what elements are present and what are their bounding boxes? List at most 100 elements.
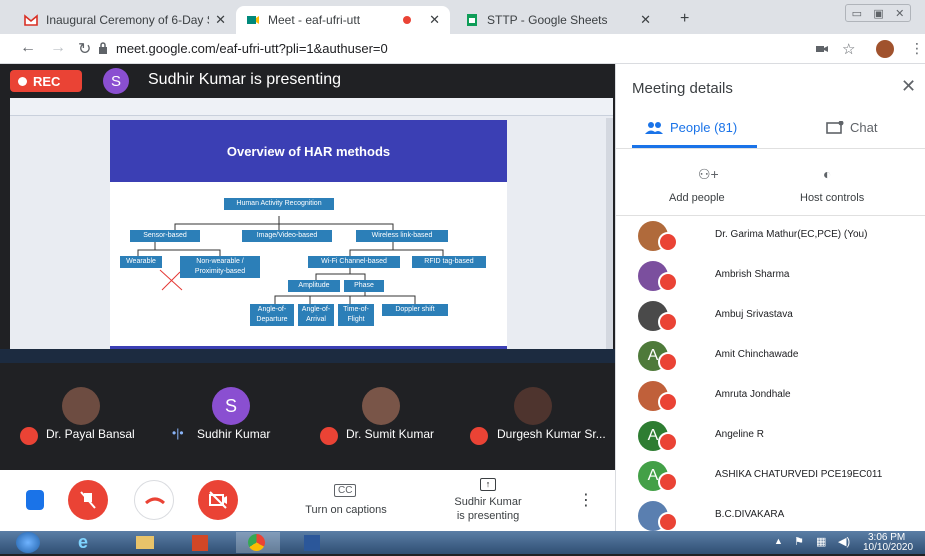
list-item[interactable]: Dr. Garima Mathur(EC,PCE) (You) bbox=[616, 216, 925, 256]
record-dot-icon bbox=[18, 76, 27, 86]
list-item[interactable]: Ambrish Sharma bbox=[616, 256, 925, 296]
host-controls-button[interactable]: Host controls bbox=[800, 192, 864, 204]
windows-taskbar: e ▲ ⚑ ▦ ◀) 3:06 PM 10/10/2020 bbox=[0, 531, 925, 554]
presenting-text: Sudhir Kumar is presenting bbox=[148, 71, 341, 88]
participant-avatar bbox=[362, 387, 400, 425]
close-panel-icon[interactable]: ✕ bbox=[901, 76, 916, 97]
box-aoa: Angle-of-Arrival bbox=[298, 304, 334, 326]
person-name: ASHIKA CHATURVEDI PCE19EC011 bbox=[715, 469, 883, 480]
mic-off-icon bbox=[20, 427, 38, 445]
tab-chat[interactable]: Chat bbox=[826, 120, 877, 135]
file-explorer-icon[interactable] bbox=[124, 532, 168, 553]
word-icon[interactable] bbox=[292, 532, 336, 553]
tab-title: Inaugural Ceremony of 6-Day ST bbox=[46, 13, 210, 27]
close-icon[interactable]: ✕ bbox=[429, 12, 440, 28]
box-rfid: RFID tag-based bbox=[412, 256, 486, 268]
tab-sheets[interactable]: STTP - Google Sheets ✕ bbox=[455, 6, 661, 34]
scrollbar[interactable] bbox=[606, 118, 613, 363]
address-bar: ← → ↻ meet.google.com/eaf-ufri-utt?pli=1… bbox=[0, 34, 925, 64]
mic-toggle-button[interactable] bbox=[68, 480, 108, 520]
present-screen-icon[interactable]: ↑ bbox=[480, 478, 496, 491]
hang-up-icon bbox=[145, 497, 165, 505]
person-name: Dr. Garima Mathur(EC,PCE) (You) bbox=[715, 229, 868, 240]
person-name: Amruta Jondhale bbox=[715, 389, 791, 400]
participant-avatar: S bbox=[212, 387, 250, 425]
participant-avatar bbox=[62, 387, 100, 425]
forward-icon[interactable]: → bbox=[50, 39, 66, 57]
camera-toggle-button[interactable] bbox=[198, 480, 238, 520]
list-item[interactable]: A ASHIKA CHATURVEDI PCE19EC011 bbox=[616, 456, 925, 496]
list-item[interactable]: Amruta Jondhale bbox=[616, 376, 925, 416]
menu-icon[interactable]: ⋮ bbox=[910, 40, 924, 57]
add-person-icon[interactable]: ⚇+ bbox=[698, 166, 719, 183]
cross-mark bbox=[159, 269, 183, 291]
tile-name: Dr. Payal Bansal bbox=[46, 427, 135, 441]
meet-stage: REC S Sudhir Kumar is presenting Overvie… bbox=[0, 64, 615, 470]
close-window-icon[interactable]: ✕ bbox=[895, 7, 904, 20]
back-icon[interactable]: ← bbox=[20, 39, 36, 57]
captions-label[interactable]: Turn on captions bbox=[296, 504, 396, 516]
leave-call-button[interactable] bbox=[134, 480, 174, 520]
new-tab-button[interactable]: + bbox=[680, 10, 689, 28]
list-item[interactable]: A Angeline R bbox=[616, 416, 925, 456]
profile-avatar[interactable] bbox=[876, 40, 894, 58]
mic-off-icon bbox=[658, 392, 678, 412]
person-name: Ambrish Sharma bbox=[715, 269, 790, 280]
tray-flag-icon[interactable]: ⚑ bbox=[794, 535, 804, 548]
chat-tab-label: Chat bbox=[850, 120, 878, 135]
presenting-label-line1[interactable]: Sudhir Kumar bbox=[440, 496, 536, 508]
volume-icon[interactable]: ◀) bbox=[838, 535, 850, 548]
person-name: B.C.DIVAKARA bbox=[715, 509, 785, 520]
minimize-icon[interactable]: ▭ bbox=[852, 7, 862, 20]
list-item[interactable]: Ambuj Srivastava bbox=[616, 296, 925, 336]
box-doppler: Doppler shift bbox=[382, 304, 448, 316]
start-button-icon[interactable] bbox=[16, 532, 40, 553]
presenter-avatar: S bbox=[103, 68, 129, 94]
powerpoint-icon[interactable] bbox=[180, 532, 224, 553]
tab-title: STTP - Google Sheets bbox=[487, 13, 608, 27]
clock-date[interactable]: 10/10/2020 bbox=[863, 542, 913, 553]
box-amplitude: Amplitude bbox=[288, 280, 340, 292]
url-text[interactable]: meet.google.com/eaf-ufri-utt?pli=1&authu… bbox=[116, 41, 388, 56]
network-icon[interactable]: ▦ bbox=[816, 535, 826, 548]
list-item[interactable]: A Amit Chinchawade bbox=[616, 336, 925, 376]
meet-controls: CC Turn on captions ↑ Sudhir Kumar is pr… bbox=[0, 470, 615, 531]
reload-icon[interactable]: ↻ bbox=[78, 39, 91, 59]
mic-off-icon bbox=[658, 472, 678, 492]
internet-explorer-icon[interactable]: e bbox=[66, 532, 110, 553]
tab-title: Meet - eaf-ufri-utt bbox=[268, 13, 361, 27]
security-shield-icon[interactable] bbox=[26, 490, 44, 510]
lock-icon bbox=[99, 42, 107, 54]
divider bbox=[616, 148, 925, 149]
shared-screen: Overview of HAR methods Human Activity R… bbox=[10, 98, 613, 363]
tab-people[interactable]: People (81) bbox=[644, 120, 737, 135]
chrome-icon[interactable] bbox=[236, 532, 280, 553]
more-options-icon[interactable]: ⋮ bbox=[578, 490, 594, 510]
tile-name: Durgesh Kumar Sr... bbox=[497, 427, 606, 441]
box-tof: Time-of-Flight bbox=[338, 304, 374, 326]
mic-off-icon bbox=[658, 272, 678, 292]
bookmark-star-icon[interactable]: ☆ bbox=[842, 40, 855, 58]
mic-off-icon bbox=[658, 312, 678, 332]
captions-icon[interactable]: CC bbox=[334, 484, 357, 497]
close-icon[interactable]: ✕ bbox=[640, 12, 651, 28]
panel-title: Meeting details bbox=[632, 80, 733, 97]
window-controls[interactable]: ▭ ▣ ✕ bbox=[845, 4, 911, 22]
presenting-label-line2[interactable]: is presenting bbox=[440, 510, 536, 522]
list-item[interactable]: B.C.DIVAKARA bbox=[616, 496, 925, 536]
chat-icon bbox=[826, 120, 844, 134]
add-people-button[interactable]: Add people bbox=[669, 192, 725, 204]
box-image: Image/Video-based bbox=[242, 230, 332, 242]
tab-meet[interactable]: Meet - eaf-ufri-utt ✕ bbox=[236, 6, 450, 34]
tab-gmail[interactable]: Inaugural Ceremony of 6-Day ST ✕ bbox=[14, 6, 236, 34]
mic-off-icon bbox=[470, 427, 488, 445]
mic-off-icon bbox=[80, 491, 96, 509]
tray-arrow-icon[interactable]: ▲ bbox=[774, 536, 783, 546]
host-controls-icon[interactable]: ◐ bbox=[823, 166, 831, 182]
rec-badge: REC bbox=[10, 70, 82, 92]
close-icon[interactable]: ✕ bbox=[215, 12, 226, 28]
maximize-icon[interactable]: ▣ bbox=[873, 7, 883, 20]
box-wifi: Wi-Fi Channel-based bbox=[308, 256, 400, 268]
shared-taskbar bbox=[0, 349, 615, 363]
camera-icon[interactable] bbox=[816, 44, 828, 54]
